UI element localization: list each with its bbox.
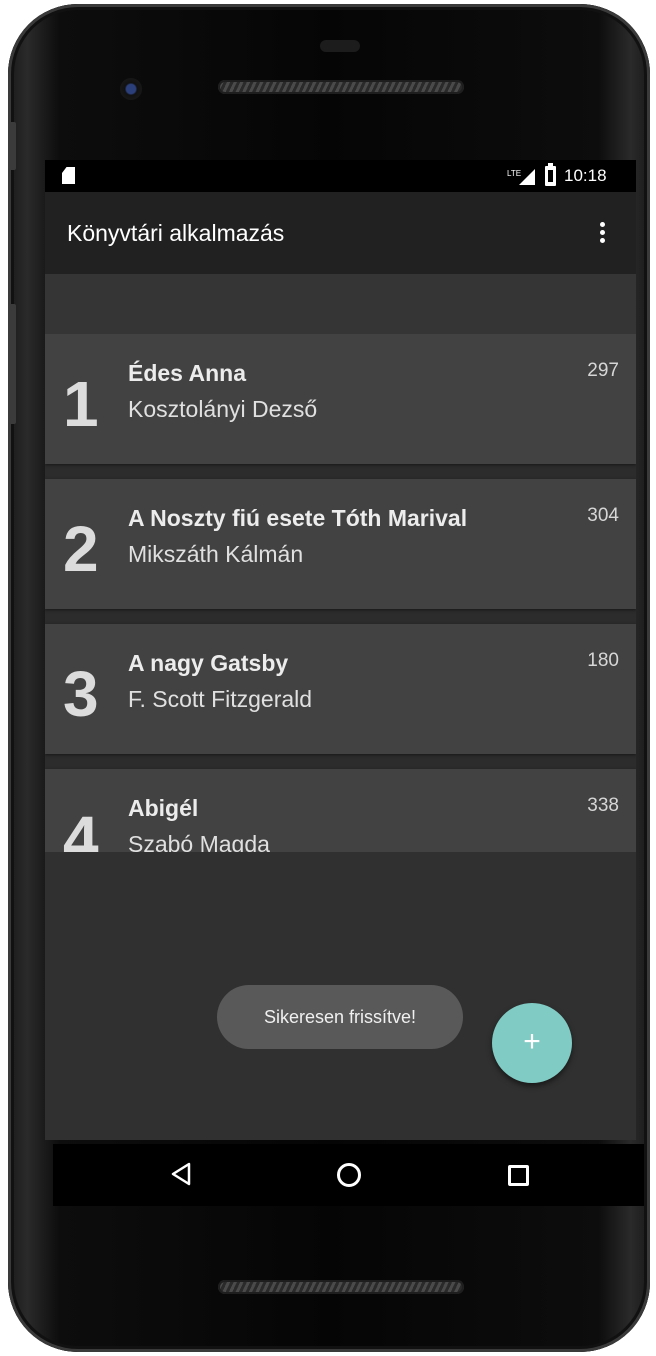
book-author: Mikszáth Kálmán: [128, 541, 304, 567]
app-bar: Könyvtári alkalmazás: [45, 192, 636, 274]
list-header: [45, 274, 636, 334]
book-author: F. Scott Fitzgerald: [128, 686, 313, 712]
overflow-menu-icon[interactable]: [590, 218, 614, 248]
book-number: 3: [63, 658, 99, 730]
back-icon[interactable]: [171, 1162, 191, 1186]
book-title: A nagy Gatsby: [128, 650, 289, 676]
signal-icon: LTE: [507, 169, 535, 185]
power-button: [8, 122, 16, 170]
network-type: LTE: [507, 169, 521, 178]
page-title: Könyvtári alkalmazás: [67, 220, 285, 246]
book-number: 4: [63, 803, 99, 852]
volume-button: [8, 304, 16, 424]
top-speaker: [218, 80, 464, 94]
recents-icon[interactable]: [508, 1165, 529, 1186]
front-camera: [120, 78, 142, 100]
sd-card-icon: [62, 167, 75, 184]
book-card[interactable]: 2 A Noszty fiú esete Tóth Marival Mikszá…: [45, 479, 636, 609]
book-title: A Noszty fiú esete Tóth Marival: [128, 505, 468, 531]
toast-message: Sikeresen frissítve!: [217, 985, 463, 1049]
bottom-speaker: [218, 1280, 464, 1294]
status-clock: 10:18: [564, 166, 607, 185]
top-notch: [320, 40, 360, 52]
book-card[interactable]: 1 Édes Anna Kosztolányi Dezső 297: [45, 334, 636, 464]
navigation-bar: [53, 1144, 644, 1206]
book-card[interactable]: 3 A nagy Gatsby F. Scott Fitzgerald 180: [45, 624, 636, 754]
book-number: 2: [63, 513, 99, 585]
app-screen: LTE 10:18 Könyvtári alkalmazás 1 Édes An…: [45, 160, 636, 1140]
book-title: Abigél: [128, 795, 199, 821]
book-pages: 338: [587, 795, 619, 816]
add-book-button[interactable]: +: [492, 1003, 572, 1083]
book-card[interactable]: 4 Abigél Szabó Magda 338: [45, 769, 636, 852]
book-author: Kosztolányi Dezső: [128, 396, 318, 422]
book-number: 1: [63, 368, 99, 440]
book-title: Édes Anna: [128, 360, 247, 386]
book-pages: 297: [587, 360, 619, 381]
book-list[interactable]: 1 Édes Anna Kosztolányi Dezső 297 2 A No…: [45, 334, 636, 852]
plus-icon: +: [523, 1025, 541, 1058]
book-pages: 304: [587, 505, 619, 526]
status-bar: LTE 10:18: [45, 160, 636, 192]
home-icon[interactable]: [337, 1163, 361, 1187]
book-pages: 180: [587, 650, 619, 671]
book-author: Szabó Magda: [128, 831, 270, 852]
battery-icon: [545, 163, 556, 186]
